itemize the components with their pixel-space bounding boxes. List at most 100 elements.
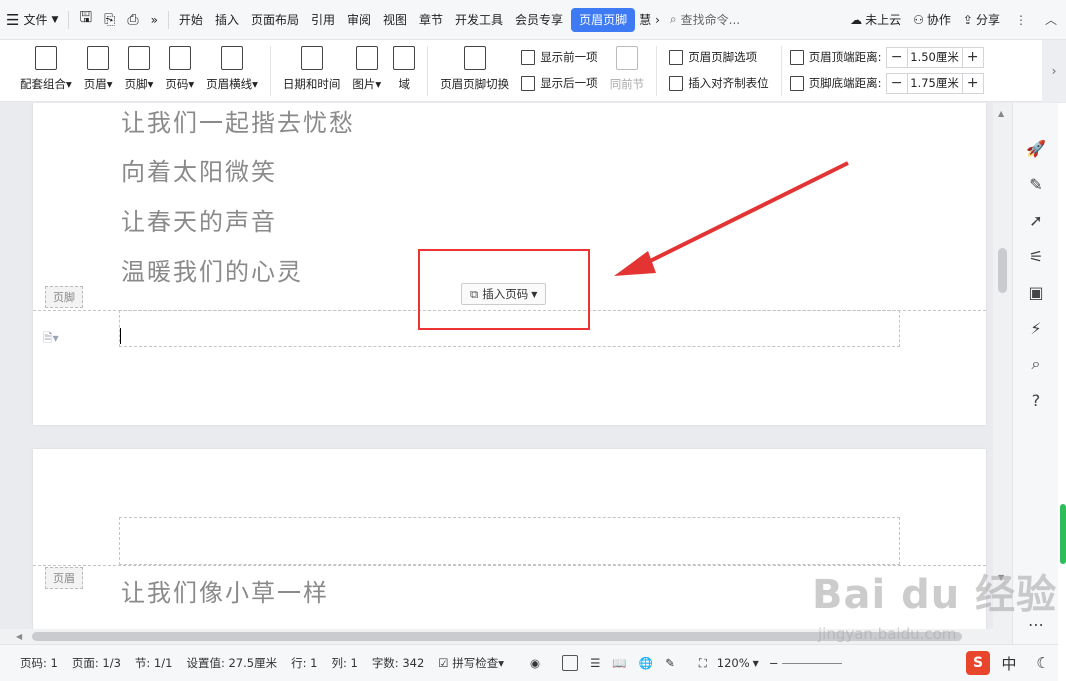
tab-home[interactable]: 开始: [173, 8, 209, 32]
divider: [427, 46, 429, 96]
outer-scroll-thumb[interactable]: [1060, 504, 1066, 564]
book-search-icon[interactable]: ⌕: [1027, 354, 1045, 373]
fit-screen-icon[interactable]: ⛶: [699, 656, 707, 671]
spell-check-button[interactable]: ☑ 拼写检查▾: [438, 655, 504, 671]
right-sidebar: 🚀 ✎ ➚ ⚟ ▣ ⚡ ⌕ ? ⋯: [1012, 103, 1058, 644]
app-menu-button[interactable]: ☰ 文件 ▼: [0, 8, 64, 32]
header-boundary: [33, 565, 986, 566]
scroll-down-icon[interactable]: ▼: [998, 573, 1004, 582]
zoom-slider[interactable]: [782, 662, 843, 664]
kebab-icon: ⋮: [1015, 12, 1027, 27]
scroll-left-icon[interactable]: ◀: [16, 632, 22, 641]
read-view-icon[interactable]: 📖: [612, 656, 626, 670]
header-top-value[interactable]: 1.50厘米: [906, 47, 963, 67]
header-top-stepper: − 1.50厘米 +: [885, 46, 984, 68]
scroll-up-icon[interactable]: ▲: [998, 109, 1004, 118]
page-number-button[interactable]: 页码▾: [159, 44, 200, 92]
collapse-ribbon-button[interactable]: ︿: [1036, 5, 1066, 35]
page-2: 页眉 让我们像小草一样: [33, 449, 986, 629]
more-quick-button[interactable]: »: [145, 8, 164, 32]
tab-page-layout[interactable]: 页面布局: [245, 8, 305, 32]
divider: [780, 46, 782, 96]
increment-button[interactable]: +: [963, 48, 983, 67]
tab-chapter[interactable]: 章节: [413, 8, 449, 32]
moon-icon[interactable]: ☾: [1028, 648, 1058, 678]
poem-line: 向着太阳微笑: [121, 158, 277, 186]
page-number-icon: [168, 46, 191, 70]
rocket-icon[interactable]: 🚀: [1026, 139, 1046, 158]
page-view-icon[interactable]: [562, 655, 579, 671]
header-button[interactable]: 页眉▾: [78, 44, 119, 92]
cursor-icon[interactable]: ➚: [1027, 211, 1045, 230]
document-area: 让我们一起揩去忧愁 向着太阳微笑 让春天的声音 温暖我们的心灵 页脚 🗎▾ ⧉ …: [0, 103, 1012, 629]
same-section-label: 同前节: [609, 77, 645, 91]
zoom-level[interactable]: 120%: [717, 656, 750, 670]
header-edit-region[interactable]: [119, 517, 900, 565]
show-prev-label: 显示前一项: [540, 50, 598, 64]
more-options-button[interactable]: ⋮: [1006, 5, 1036, 35]
show-next-label: 显示后一项: [540, 76, 598, 90]
eye-icon[interactable]: ◉: [530, 656, 540, 670]
outer-scrollbar[interactable]: [1058, 103, 1066, 681]
footer-label: 页脚: [124, 77, 148, 91]
save-button[interactable]: 🖫: [73, 8, 98, 32]
tab-member[interactable]: 会员专享: [509, 8, 569, 32]
status-setting[interactable]: 设置值: 27.5厘米: [186, 655, 277, 671]
vertical-scrollbar[interactable]: ▲ ▼: [993, 103, 1012, 629]
chevron-down-icon[interactable]: ▼: [753, 659, 759, 668]
status-pages[interactable]: 页面: 1/3: [72, 655, 121, 671]
tab-overflow[interactable]: 慧: [637, 8, 653, 32]
ime-language-toggle[interactable]: 中: [994, 648, 1024, 678]
vertical-scroll-thumb[interactable]: [998, 248, 1007, 293]
web-view-icon[interactable]: 🌐: [639, 656, 653, 670]
zoom-out-icon[interactable]: −: [769, 656, 779, 670]
image-edit-icon[interactable]: ▣: [1027, 283, 1045, 302]
collab-button[interactable]: ⚇ 协作: [907, 8, 957, 32]
picture-button[interactable]: 图片▾: [346, 44, 387, 92]
sogou-logo-icon[interactable]: S: [966, 651, 990, 675]
tab-header-footer[interactable]: 页眉页脚: [571, 7, 636, 32]
hf-switch-button[interactable]: 页眉页脚切换: [434, 44, 515, 92]
status-word-count[interactable]: 字数: 342: [372, 655, 424, 671]
insert-align-tab-button[interactable]: 插入对齐制表位: [669, 72, 769, 94]
sliders-icon[interactable]: ⚟: [1027, 247, 1045, 266]
tab-review[interactable]: 审阅: [341, 8, 377, 32]
print-button[interactable]: ⎙: [121, 8, 144, 32]
pen-view-icon[interactable]: ✎: [665, 656, 675, 670]
status-section[interactable]: 节: 1/1: [135, 655, 173, 671]
horizontal-scrollbar[interactable]: ◀: [0, 629, 1012, 644]
decrement-button[interactable]: −: [887, 48, 907, 67]
same-section-button[interactable]: 同前节: [604, 44, 651, 92]
ribbon-scroll-right-button[interactable]: ›: [1042, 40, 1066, 102]
more-icon[interactable]: ⋯: [1027, 615, 1045, 634]
outline-view-icon[interactable]: ☰: [590, 656, 600, 670]
status-page-number[interactable]: 页码: 1: [20, 655, 58, 671]
nav-group: 显示前一项 显示后一项: [515, 44, 604, 96]
increment-button[interactable]: +: [963, 74, 983, 93]
export-button[interactable]: ⎘: [98, 8, 121, 32]
decrement-button[interactable]: −: [887, 74, 907, 93]
set-combo-button[interactable]: 配套组合▾: [14, 44, 78, 92]
tab-developer[interactable]: 开发工具: [449, 8, 509, 32]
horizontal-scroll-thumb[interactable]: [32, 632, 962, 641]
show-prev-button[interactable]: 显示前一项: [521, 46, 598, 68]
cloud-status-button[interactable]: ☁ 未上云: [844, 8, 907, 32]
lightning-icon[interactable]: ⚡: [1027, 319, 1045, 338]
options-icon: [669, 49, 684, 65]
footer-doc-icon[interactable]: 🗎▾: [43, 329, 59, 350]
show-next-button[interactable]: 显示后一项: [521, 72, 598, 94]
tab-scroll-right[interactable]: ›: [653, 8, 662, 32]
header-line-button[interactable]: 页眉横线▾: [200, 44, 264, 92]
footer-button[interactable]: 页脚▾: [119, 44, 160, 92]
date-time-button[interactable]: 日期和时间: [277, 44, 347, 92]
command-search[interactable]: ⌕ 查找命令...: [662, 11, 748, 28]
hf-options-button[interactable]: 页眉页脚选项: [669, 46, 769, 68]
field-button[interactable]: 域: [387, 44, 421, 92]
share-button[interactable]: ⇪ 分享: [957, 8, 1006, 32]
tab-references[interactable]: 引用: [305, 8, 341, 32]
help-icon[interactable]: ?: [1027, 391, 1045, 410]
tab-view[interactable]: 视图: [377, 8, 413, 32]
tab-insert[interactable]: 插入: [209, 8, 245, 32]
pen-icon[interactable]: ✎: [1027, 175, 1045, 194]
footer-bottom-value[interactable]: 1.75厘米: [906, 73, 963, 93]
